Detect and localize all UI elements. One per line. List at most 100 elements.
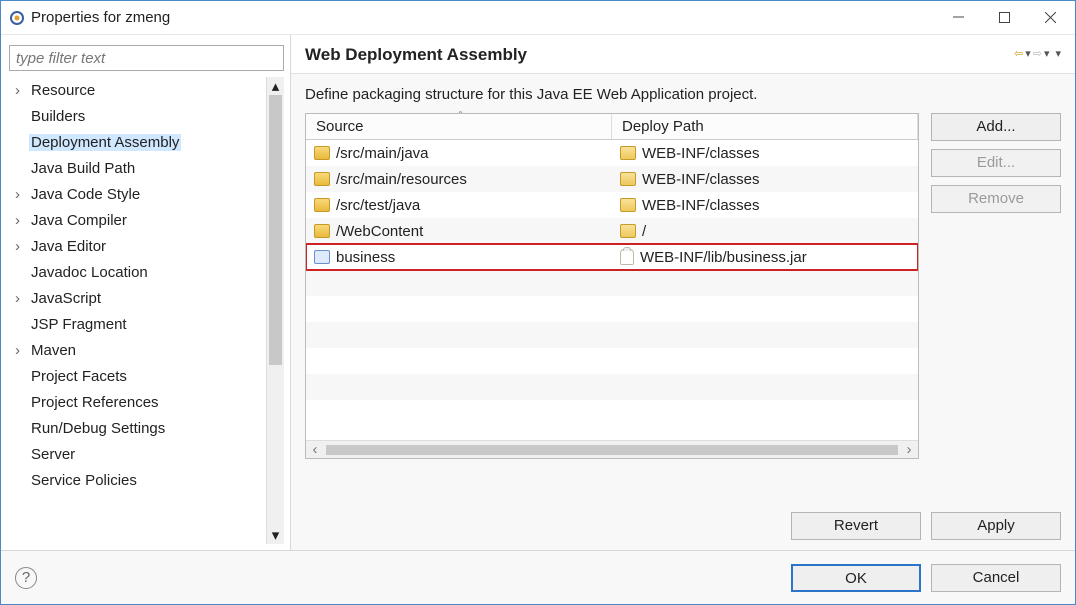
tree-label: Project Facets	[29, 368, 129, 385]
cell-source: business	[306, 249, 612, 266]
tree-item-jsp-fragment[interactable]: JSP Fragment	[9, 311, 266, 337]
deploy-text: /	[642, 223, 646, 240]
cell-deploy: WEB-INF/classes	[612, 197, 918, 214]
cell-source: /src/test/java	[306, 197, 612, 214]
tree-label: Project References	[29, 394, 161, 411]
cell-source: /WebContent	[306, 223, 612, 240]
forward-icon[interactable]: ⇨	[1033, 47, 1042, 60]
table-row[interactable]: /src/test/java WEB-INF/classes	[306, 192, 918, 218]
add-button[interactable]: Add...	[931, 113, 1061, 141]
tree-item-javadoc-location[interactable]: Javadoc Location	[9, 259, 266, 285]
tree-item-resource[interactable]: ›Resource	[9, 77, 266, 103]
column-source[interactable]: Source	[306, 114, 612, 139]
expand-icon: ›	[15, 212, 29, 229]
hscroll-thumb[interactable]	[326, 445, 898, 455]
tree-item-java-editor[interactable]: ›Java Editor	[9, 233, 266, 259]
tree-item-project-facets[interactable]: Project Facets	[9, 363, 266, 389]
deploy-text: WEB-INF/classes	[642, 171, 760, 188]
side-buttons: Add... Edit... Remove	[931, 113, 1061, 213]
tree-label: Resource	[29, 82, 97, 99]
tree-label: Java Compiler	[29, 212, 129, 229]
tree-item-project-references[interactable]: Project References	[9, 389, 266, 415]
tree-label: Server	[29, 446, 77, 463]
expand-icon: ›	[15, 238, 29, 255]
tree-label: Run/Debug Settings	[29, 420, 167, 437]
table-row[interactable]: /WebContent /	[306, 218, 918, 244]
maximize-button[interactable]	[981, 3, 1027, 33]
column-deploy[interactable]: Deploy Path	[612, 114, 918, 139]
table-row	[306, 400, 918, 426]
source-text: /WebContent	[336, 223, 423, 240]
scroll-thumb[interactable]	[269, 95, 282, 365]
table-row[interactable]: business WEB-INF/lib/business.jar	[306, 244, 918, 270]
tree-item-builders[interactable]: Builders	[9, 103, 266, 129]
cell-source: /src/main/resources	[306, 171, 612, 188]
tree-item-deployment-assembly[interactable]: Deployment Assembly	[9, 129, 266, 155]
edit-button[interactable]: Edit...	[931, 149, 1061, 177]
table-row[interactable]: /src/main/resources WEB-INF/classes	[306, 166, 918, 192]
source-text: /src/test/java	[336, 197, 420, 214]
tree-item-java-build-path[interactable]: Java Build Path	[9, 155, 266, 181]
table-row[interactable]: /src/main/javaWEB-INF/classes	[306, 140, 918, 166]
main-panel: Web Deployment Assembly ⇦ ▾ ⇨ ▾ ▾ Define…	[291, 35, 1075, 550]
cell-deploy: WEB-INF/classes	[612, 145, 918, 162]
view-menu-icon[interactable]: ▾	[1055, 47, 1061, 60]
table-row	[306, 348, 918, 374]
tree-scrollbar[interactable]: ▴ ▾	[266, 77, 284, 544]
filter-input[interactable]	[9, 45, 284, 71]
source-text: /src/main/resources	[336, 171, 467, 188]
category-tree[interactable]: ›ResourceBuildersDeployment AssemblyJava…	[9, 77, 266, 544]
scroll-left-icon[interactable]: ‹	[306, 441, 324, 458]
tree-item-java-code-style[interactable]: ›Java Code Style	[9, 181, 266, 207]
tree-item-java-compiler[interactable]: ›Java Compiler	[9, 207, 266, 233]
tree-label: JavaScript	[29, 290, 103, 307]
titlebar: Properties for zmeng	[1, 1, 1075, 35]
tree-item-run-debug-settings[interactable]: Run/Debug Settings	[9, 415, 266, 441]
folder-icon	[314, 198, 330, 212]
page-description: Define packaging structure for this Java…	[305, 86, 1061, 103]
apply-button[interactable]: Apply	[931, 512, 1061, 540]
scroll-down-icon[interactable]: ▾	[267, 526, 284, 544]
folderout-icon	[620, 146, 636, 160]
table-body: /src/main/javaWEB-INF/classes/src/main/r…	[306, 140, 918, 440]
proj-icon	[314, 250, 330, 264]
jar-icon	[620, 249, 634, 265]
scroll-right-icon[interactable]: ›	[900, 441, 918, 458]
remove-button[interactable]: Remove	[931, 185, 1061, 213]
table-hscrollbar[interactable]: ‹ ›	[306, 440, 918, 458]
properties-dialog: Properties for zmeng ›ResourceBuildersDe…	[0, 0, 1076, 605]
tree-label: Maven	[29, 342, 78, 359]
deploy-text: WEB-INF/classes	[642, 197, 760, 214]
forward-menu-icon[interactable]: ▾	[1044, 47, 1050, 60]
revert-button[interactable]: Revert	[791, 512, 921, 540]
footer: ? OK Cancel	[1, 550, 1075, 604]
cell-deploy: /	[612, 223, 918, 240]
table-row	[306, 270, 918, 296]
minimize-button[interactable]	[935, 3, 981, 33]
page-header: Web Deployment Assembly ⇦ ▾ ⇨ ▾ ▾	[291, 35, 1075, 74]
tree-label: Builders	[29, 108, 87, 125]
help-icon[interactable]: ?	[15, 567, 37, 589]
close-button[interactable]	[1027, 3, 1073, 33]
page-title: Web Deployment Assembly	[305, 45, 1014, 65]
table-row	[306, 296, 918, 322]
back-menu-icon[interactable]: ▾	[1025, 47, 1031, 60]
tree-item-service-policies[interactable]: Service Policies	[9, 467, 266, 493]
folder-icon	[314, 172, 330, 186]
sidebar: ›ResourceBuildersDeployment AssemblyJava…	[1, 35, 291, 550]
cancel-button[interactable]: Cancel	[931, 564, 1061, 592]
assembly-table: Source Deploy Path /src/main/javaWEB-INF…	[305, 113, 919, 459]
expand-icon: ›	[15, 290, 29, 307]
folder-icon	[314, 224, 330, 238]
tree-item-javascript[interactable]: ›JavaScript	[9, 285, 266, 311]
tree-item-maven[interactable]: ›Maven	[9, 337, 266, 363]
scroll-up-icon[interactable]: ▴	[267, 77, 284, 95]
folderout-icon	[620, 198, 636, 212]
header-nav-icons: ⇦ ▾ ⇨ ▾ ▾	[1014, 45, 1061, 60]
deploy-text: WEB-INF/lib/business.jar	[640, 249, 807, 266]
table-row	[306, 322, 918, 348]
ok-button[interactable]: OK	[791, 564, 921, 592]
source-text: business	[336, 249, 395, 266]
tree-item-server[interactable]: Server	[9, 441, 266, 467]
back-icon[interactable]: ⇦	[1014, 47, 1023, 60]
